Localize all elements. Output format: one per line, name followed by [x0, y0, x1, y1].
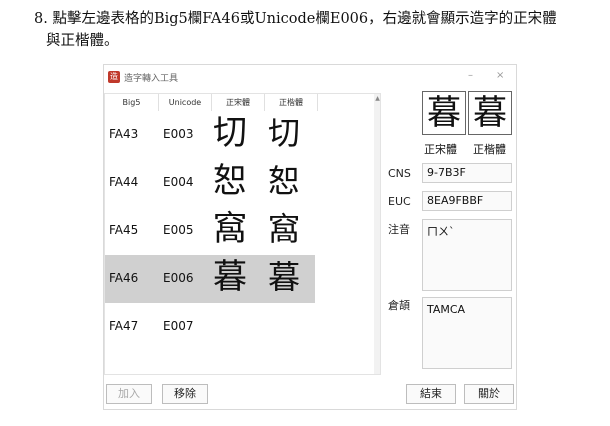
- instruction-line-2: 與正楷體。: [46, 33, 119, 49]
- table-row[interactable]: FA43 E003 切 切: [105, 111, 374, 159]
- end-button[interactable]: 結束: [406, 384, 456, 404]
- kai-glyph-preview: 暮: [468, 91, 512, 135]
- zhuyin-field[interactable]: ㄇㄨˋ: [422, 219, 512, 291]
- minimize-icon[interactable]: –: [468, 70, 473, 81]
- cell-big5: FA44: [109, 175, 139, 189]
- scroll-up-icon[interactable]: ▲: [374, 95, 380, 102]
- cell-big5: FA47: [109, 319, 139, 333]
- song-glyph-preview: 暮: [422, 91, 466, 135]
- column-header-song[interactable]: 正宋體: [212, 94, 265, 111]
- cell-big5: FA45: [109, 223, 139, 237]
- window-title: 造字轉入工具: [124, 74, 179, 84]
- app-window: 造 造字轉入工具 – × Big5 Unicode 正宋體 正楷體 FA43 E…: [103, 64, 517, 410]
- table-row[interactable]: FA44 E004 恕 恕: [105, 159, 374, 207]
- cell-song-glyph: 恕: [213, 161, 247, 201]
- kai-preview-label: 正楷體: [473, 143, 506, 156]
- cell-kai-glyph: 恕: [268, 162, 301, 200]
- euc-label: EUC: [388, 195, 411, 208]
- app-icon: 造: [108, 71, 120, 83]
- title-bar: 造 造字轉入工具 – ×: [104, 65, 516, 89]
- cell-song-glyph: 暮: [213, 257, 247, 297]
- song-preview-label: 正宋體: [424, 143, 457, 156]
- close-icon[interactable]: ×: [496, 70, 504, 81]
- cangjie-field[interactable]: TAMCA: [422, 297, 512, 369]
- cell-unicode: E006: [163, 271, 194, 285]
- zhuyin-label: 注音: [388, 223, 410, 236]
- table-row[interactable]: FA47 E007: [105, 303, 374, 351]
- column-header-kai[interactable]: 正楷體: [265, 94, 318, 111]
- cell-kai-glyph: 暮: [268, 258, 301, 296]
- cell-song-glyph: 窩: [213, 209, 247, 249]
- cell-big5: FA43: [109, 127, 139, 141]
- table-header: Big5 Unicode 正宋體 正楷體: [105, 94, 374, 111]
- cell-unicode: E004: [163, 175, 194, 189]
- cns-label: CNS: [388, 167, 411, 180]
- table-row[interactable]: FA45 E005 窩 窩: [105, 207, 374, 255]
- cell-big5: FA46: [109, 271, 139, 285]
- vertical-scrollbar[interactable]: ▲: [374, 94, 380, 374]
- about-button[interactable]: 關於: [464, 384, 514, 404]
- euc-field[interactable]: 8EA9FBBF: [422, 191, 512, 211]
- instruction-text: 8. 點擊左邊表格的Big5欄FA46或Unicode欄E006，右邊就會顯示造…: [34, 8, 600, 52]
- remove-button[interactable]: 移除: [162, 384, 208, 404]
- cell-unicode: E005: [163, 223, 194, 237]
- cns-field[interactable]: 9-7B3F: [422, 163, 512, 183]
- cell-unicode: E007: [163, 319, 194, 333]
- table-row-selected[interactable]: FA46 E006 暮 暮: [105, 255, 315, 303]
- character-table: Big5 Unicode 正宋體 正楷體 FA43 E003 切 切 FA44 …: [104, 93, 381, 375]
- cell-unicode: E003: [163, 127, 194, 141]
- cell-kai-glyph: 切: [268, 114, 301, 152]
- cell-song-glyph: 切: [213, 113, 247, 153]
- add-button[interactable]: 加入: [106, 384, 152, 404]
- instruction-line-1: 8. 點擊左邊表格的Big5欄FA46或Unicode欄E006，右邊就會顯示造…: [34, 11, 557, 27]
- cell-kai-glyph: 窩: [268, 210, 301, 248]
- column-header-big5[interactable]: Big5: [105, 94, 159, 111]
- column-header-unicode[interactable]: Unicode: [159, 94, 212, 111]
- cangjie-label: 倉頡: [388, 299, 410, 312]
